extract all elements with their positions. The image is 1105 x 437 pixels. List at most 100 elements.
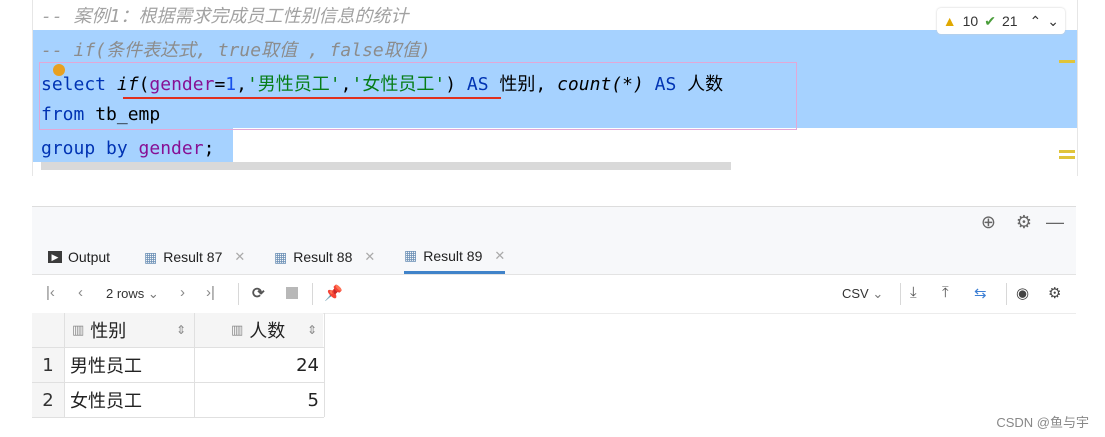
compare-icon[interactable]: ⇆ <box>974 284 987 302</box>
column-header-gender[interactable]: ▥ 性别 ⇕ <box>64 313 194 347</box>
upload-icon[interactable]: ⤒ <box>942 284 949 301</box>
chevron-down-icon: ⌄ <box>147 286 159 301</box>
grid-line <box>194 313 195 417</box>
chevron-down-icon[interactable]: ⌄ <box>1047 13 1059 30</box>
tab-label: Result 87 <box>163 249 223 265</box>
num-one: 1 <box>225 74 237 95</box>
marker-stripe <box>1059 60 1075 63</box>
rows-count-dropdown[interactable]: 2 rows ⌄ <box>106 286 159 302</box>
paren: ( <box>138 74 150 95</box>
marker-stripe <box>1059 156 1075 159</box>
tab-label: Output <box>68 249 111 265</box>
chevron-up-icon[interactable]: ⌃ <box>1030 13 1042 30</box>
sql-editor[interactable]: -- 案例1：根据需求完成员工性别信息的统计 -- if(条件表达式, true… <box>32 0 1078 176</box>
divider <box>312 283 313 305</box>
tab-label: Result 88 <box>293 249 353 265</box>
tab-result-88[interactable]: ▦ Result 88 ✕ <box>274 240 375 274</box>
gear-icon[interactable]: ⚙ <box>1016 212 1032 233</box>
row-number[interactable]: 2 <box>32 383 64 417</box>
close-icon[interactable]: ✕ <box>494 248 505 264</box>
fn-if: if <box>116 74 139 95</box>
table-cell-gender[interactable]: 男性员工 <box>70 348 194 382</box>
comma: , <box>340 74 352 95</box>
rows-label: 2 rows <box>106 286 145 301</box>
check-count: 21 <box>1001 13 1018 29</box>
crosshair-icon[interactable]: ⊕ <box>981 212 996 233</box>
col-gender: gender <box>138 138 204 159</box>
corner-cell <box>32 313 64 347</box>
fn-count: count <box>557 74 612 95</box>
export-format-dropdown[interactable]: CSV ⌄ <box>842 286 883 302</box>
divider <box>1006 283 1007 305</box>
tab-result-87[interactable]: ▦ Result 87 ✕ <box>144 240 245 274</box>
grid-line <box>32 382 324 383</box>
table-name: tb_emp <box>95 104 161 125</box>
alias-gender: 性别, <box>499 74 547 95</box>
column-header-count[interactable]: ▥ 人数 ⇕ <box>195 313 323 347</box>
table-icon: ▦ <box>274 248 288 265</box>
close-icon[interactable]: ✕ <box>234 249 245 265</box>
table-icon: ▦ <box>144 248 158 265</box>
grid-line <box>32 347 324 348</box>
sort-icon[interactable]: ⇕ <box>307 323 317 337</box>
warning-icon: ▲ <box>942 13 957 29</box>
chevron-down-icon: ⌄ <box>872 286 884 301</box>
table-cell-count[interactable]: 5 <box>195 383 319 417</box>
paren: ) <box>445 74 457 95</box>
col-gender: gender <box>149 74 215 95</box>
marker-stripe <box>1059 150 1075 153</box>
divider <box>900 283 901 305</box>
pin-icon[interactable]: 📌 <box>324 284 343 302</box>
bulb-icon[interactable] <box>53 64 65 76</box>
count-args: (*) <box>611 74 644 95</box>
minimize-icon[interactable]: — <box>1046 212 1064 233</box>
op-eq: = <box>214 74 226 95</box>
export-format-label: CSV <box>842 286 869 301</box>
first-page-icon[interactable]: |‹ <box>46 284 55 301</box>
row-number[interactable]: 1 <box>32 348 64 382</box>
code-line-2: -- if(条件表达式, true取值 , false取值) <box>41 40 431 61</box>
kw-as: AS <box>466 74 489 95</box>
check-icon: ✔ <box>984 12 996 29</box>
kw-from: from <box>41 104 85 125</box>
last-page-icon[interactable]: ›| <box>206 284 215 301</box>
stop-icon[interactable] <box>286 287 298 299</box>
comma: , <box>236 74 247 95</box>
result-tabs: ▶ Output ▦ Result 87 ✕ ▦ Result 88 ✕ ▦ R… <box>32 240 1076 275</box>
code-line-5: group by gender; <box>41 138 214 159</box>
warning-count: 10 <box>962 13 979 29</box>
column-icon: ▥ <box>231 322 244 338</box>
tab-output[interactable]: ▶ Output <box>48 240 110 274</box>
grid-toolbar: |‹ ‹ 2 rows ⌄ › ›| ⟳ 📌 CSV ⌄ ⤓ ⤒ ⇆ ◉ ⚙ <box>32 275 1076 314</box>
sort-icon[interactable]: ⇕ <box>176 323 186 337</box>
column-label: 性别 <box>90 321 127 342</box>
close-icon[interactable]: ✕ <box>364 249 375 265</box>
divider <box>238 283 239 305</box>
kw-as: AS <box>654 74 677 95</box>
console-icon: ▶ <box>48 251 62 263</box>
tab-result-89[interactable]: ▦ Result 89 ✕ <box>404 240 506 274</box>
eye-icon[interactable]: ◉ <box>1016 284 1029 302</box>
code-line-4: from tb_emp <box>41 104 160 125</box>
table-icon: ▦ <box>404 247 418 263</box>
kw-group-by: group by <box>41 138 128 159</box>
table-cell-gender[interactable]: 女性员工 <box>70 383 194 417</box>
horizontal-scrollbar[interactable] <box>41 162 731 170</box>
string-female: '女性员工' <box>351 74 446 95</box>
column-icon: ▥ <box>72 322 85 338</box>
download-icon[interactable]: ⤓ <box>910 284 917 301</box>
alias-count: 人数 <box>687 74 724 95</box>
code-line-1: -- 案例1：根据需求完成员工性别信息的统计 <box>41 6 409 27</box>
inspection-widget[interactable]: ▲ 10 ✔ 21 ⌃ ⌄ <box>936 8 1065 34</box>
code-line-3: select if(gender=1,'男性员工','女性员工') AS 性别,… <box>41 70 723 96</box>
grid-line <box>64 313 65 417</box>
refresh-icon[interactable]: ⟳ <box>252 284 265 302</box>
settings-icon[interactable]: ⚙ <box>1048 284 1061 302</box>
table-cell-count[interactable]: 24 <box>195 348 319 382</box>
string-male: '男性员工' <box>246 74 341 95</box>
semicolon: ; <box>203 138 215 159</box>
next-page-icon[interactable]: › <box>180 284 185 301</box>
grid-line <box>32 417 324 418</box>
grid-line <box>324 313 325 417</box>
prev-page-icon[interactable]: ‹ <box>78 284 83 301</box>
